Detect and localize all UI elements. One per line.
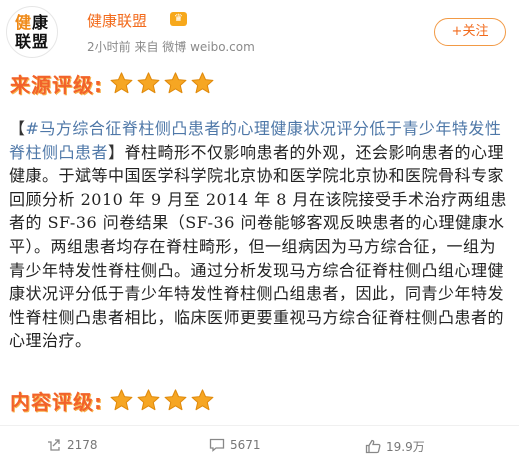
star-icon — [191, 388, 214, 410]
star-icon — [164, 388, 187, 410]
comment-count: 5671 — [230, 438, 261, 452]
avatar-char: 盟 — [32, 32, 49, 51]
avatar[interactable]: 健 康 联 盟 — [6, 6, 58, 58]
star-icon — [164, 71, 187, 93]
share-button[interactable]: 2178 — [46, 438, 98, 452]
share-count: 2178 — [67, 438, 98, 452]
bracket-open: 【 — [9, 119, 26, 138]
source-rating: 来源评级: — [10, 68, 217, 98]
post-content: 【#马方综合征脊柱侧凸患者的心理健康状况评分低于青少年特发性脊柱侧凸患者】脊柱畸… — [9, 117, 509, 353]
vip-crown-icon: ♛ — [170, 12, 187, 26]
action-bar: 2178 5671 19.9万 — [0, 425, 519, 466]
content-rating-label: 内容评级: — [10, 389, 103, 414]
like-count: 19.9万 — [386, 440, 425, 454]
avatar-char: 健 — [15, 13, 32, 32]
avatar-char: 康 — [32, 13, 49, 32]
star-icon — [137, 388, 160, 410]
post-body: 脊柱畸形不仅影响患者的外观，还会影响患者的心理健康。于斌等中国医学科学院北京协和… — [9, 142, 507, 351]
source-rating-stars — [109, 71, 217, 96]
star-icon — [137, 71, 160, 93]
content-rating: 内容评级: — [10, 385, 217, 415]
post-meta: 2小时前 来自 微博 weibo.com — [87, 40, 255, 54]
like-button[interactable]: 19.9万 — [365, 438, 425, 455]
source-rating-label: 来源评级: — [10, 72, 103, 97]
content-rating-stars — [109, 388, 217, 413]
account-name[interactable]: 健康联盟 — [87, 10, 147, 31]
follow-button[interactable]: +关注 — [434, 18, 506, 46]
share-icon — [48, 439, 60, 451]
star-icon — [110, 388, 133, 410]
star-icon — [110, 71, 133, 93]
avatar-char: 联 — [15, 32, 32, 51]
comment-button[interactable]: 5671 — [209, 438, 261, 452]
thumbs-up-icon — [365, 439, 381, 454]
post-header: 健 康 联 盟 健康联盟 ♛ 2小时前 来自 微博 weibo.com +关注 — [0, 0, 519, 66]
star-icon — [191, 71, 214, 93]
comment-icon — [209, 438, 225, 452]
bracket-close: 】 — [108, 142, 125, 162]
